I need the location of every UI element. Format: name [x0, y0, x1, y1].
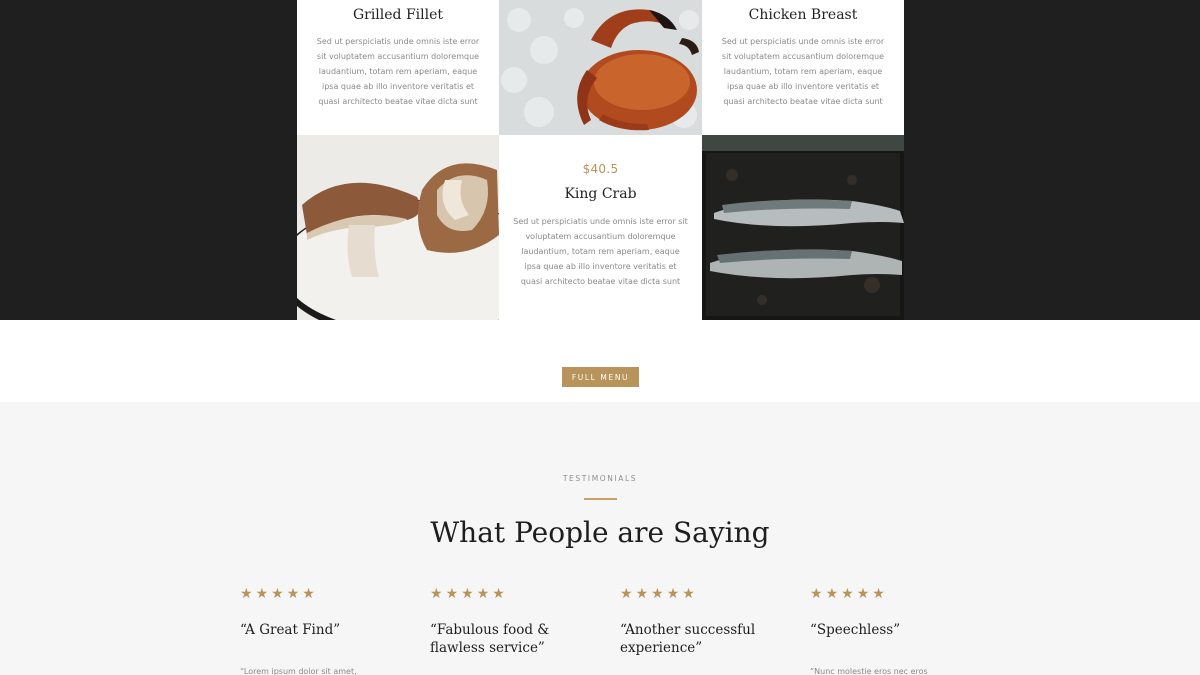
- menu-item-description: Sed ut perspiciatis unde omnis iste erro…: [721, 37, 885, 106]
- star-icon: ★: [430, 585, 443, 601]
- star-icon: ★: [445, 585, 459, 601]
- review-title: “A Great Find”: [240, 622, 341, 638]
- star-icon: ★: [461, 585, 474, 601]
- review-card: ★ ★ ★ ★ ★ “Speechless” “Nunc molestie eros n…: [810, 585, 970, 675]
- star-icon: ★: [872, 585, 885, 601]
- testimonials-eyebrow: TESTIMONIALS: [562, 474, 638, 483]
- star-rating: ★ ★ ★ ★ ★: [810, 585, 970, 601]
- star-icon: ★: [635, 585, 649, 601]
- full-menu-button[interactable]: FULL MENU: [562, 367, 639, 387]
- menu-card-king-crab: $40.5 King Crab Sed ut perspiciatis unde…: [499, 135, 702, 320]
- review-card: ★ ★ ★ ★ ★ “Another successful experience”: [620, 585, 780, 657]
- menu-item-description: Sed ut perspiciatis unde omnis iste erro…: [316, 37, 480, 106]
- star-icon: ★: [810, 585, 823, 601]
- star-icon: ★: [841, 585, 854, 601]
- star-icon: ★: [666, 585, 680, 601]
- menu-item-title: King Crab: [564, 186, 637, 202]
- testimonials-heading: What People are Saying: [430, 516, 770, 549]
- review-card: ★ ★ ★ ★ ★ “Fabulous food & flawless service”: [430, 585, 590, 657]
- menu-item-description: Sed ut perspiciatis unde omnis iste erro…: [513, 217, 688, 286]
- menu-grid: Grilled Fillet Sed ut perspiciatis unde …: [297, 0, 904, 320]
- mushroom-photo: [297, 135, 499, 320]
- review-excerpt: “Lorem ipsum dolor sit amet,: [240, 667, 357, 675]
- menu-item-title: Grilled Fillet: [352, 7, 444, 23]
- section-divider: [584, 498, 617, 500]
- star-icon: ★: [682, 585, 695, 601]
- star-icon: ★: [620, 585, 633, 601]
- star-icon: ★: [476, 585, 490, 601]
- testimonials-section: TESTIMONIALS What People are Saying ★ ★ ★ ★…: [0, 402, 1200, 675]
- star-icon: ★: [651, 585, 664, 601]
- review-title: “Speechless”: [810, 622, 901, 638]
- menu-item-title: Chicken Breast: [748, 7, 858, 23]
- star-icon: ★: [255, 585, 269, 601]
- star-icon: ★: [302, 585, 315, 601]
- star-icon: ★: [240, 585, 253, 601]
- star-rating: ★ ★ ★ ★ ★: [240, 585, 400, 601]
- star-rating: ★ ★ ★ ★ ★: [430, 585, 590, 601]
- review-excerpt: “Nunc molestie eros nec eros: [810, 667, 928, 675]
- menu-card-grilled-fillet: Grilled Fillet Sed ut perspiciatis unde …: [297, 0, 499, 135]
- menu-card-chicken-breast: Chicken Breast Sed ut perspiciatis unde …: [702, 0, 904, 135]
- star-icon: ★: [492, 585, 505, 601]
- review-title: “Fabulous food & flawless service”: [430, 622, 550, 656]
- star-icon: ★: [825, 585, 839, 601]
- star-icon: ★: [271, 585, 284, 601]
- star-icon: ★: [856, 585, 870, 601]
- fish-photo: [702, 135, 904, 320]
- menu-item-price: $40.5: [582, 162, 619, 176]
- review-title: “Another successful experience”: [620, 622, 756, 656]
- star-icon: ★: [286, 585, 300, 601]
- full-menu-section: FULL MENU: [0, 320, 1200, 402]
- crab-photo: [499, 0, 702, 135]
- star-rating: ★ ★ ★ ★ ★: [620, 585, 780, 601]
- review-card: ★ ★ ★ ★ ★ “A Great Find” “Lorem ipsum dolor …: [240, 585, 400, 675]
